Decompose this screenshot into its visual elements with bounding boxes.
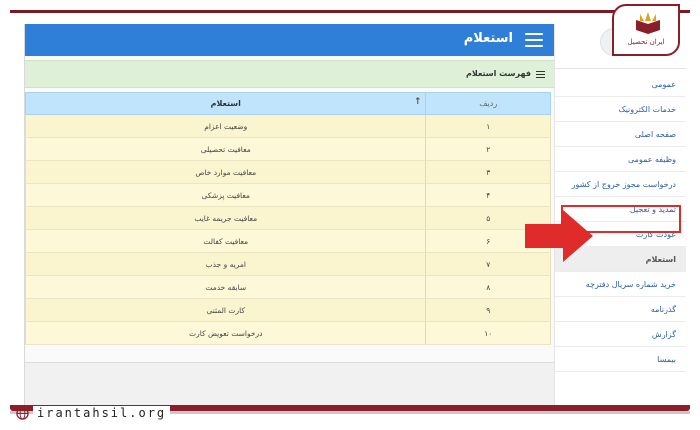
- sidebar-item-e-services[interactable]: خدمات الکترونیک: [555, 97, 686, 122]
- column-header-index[interactable]: ردیف: [426, 93, 550, 114]
- globe-icon: [16, 406, 29, 420]
- brand-logo-text: ایران تحصیل: [627, 38, 665, 46]
- row-index: ۱۰: [484, 328, 493, 338]
- row-index: ۳: [486, 167, 491, 177]
- row-name[interactable]: کارت المثنی: [26, 299, 427, 321]
- row-name[interactable]: معافیت موارد خاص: [26, 161, 427, 183]
- sidebar-item-military-service[interactable]: وظیفه عمومی: [555, 147, 686, 172]
- table-row[interactable]: معافیت تحصیلی ۲: [25, 138, 551, 161]
- sort-arrow-icon[interactable]: ↑: [414, 97, 422, 107]
- list-section-title: فهرست استعلام: [466, 69, 531, 78]
- row-index: ۹: [486, 305, 491, 315]
- sidebar-item-home[interactable]: صفحه اصلی: [555, 122, 686, 147]
- main-panel: استعلام فهرست استعلام استعلام ↑ ردیف وضع…: [25, 24, 555, 405]
- table-header: استعلام ↑ ردیف: [25, 92, 551, 115]
- table-row[interactable]: معافیت جریمه غایب ۵: [25, 207, 551, 230]
- sidebar-item-exit-permit[interactable]: درخواست مجوز خروج از کشور: [555, 172, 686, 197]
- sidebar-item-passport[interactable]: گذرنامه: [555, 297, 686, 322]
- table-row[interactable]: معافیت پزشکی ۴: [25, 184, 551, 207]
- table-row[interactable]: وضعیت اعزام ۱: [25, 115, 551, 138]
- book-logo-icon: [636, 12, 660, 34]
- row-name[interactable]: معافیت پزشکی: [26, 184, 427, 206]
- screenshot-area: استعلام فهرست استعلام استعلام ↑ ردیف وضع…: [24, 24, 686, 405]
- row-index: ۴: [486, 190, 491, 200]
- page-title: استعلام: [463, 31, 513, 46]
- inquiry-table: استعلام ↑ ردیف وضعیت اعزام ۱ معافیت تحصی…: [25, 92, 551, 345]
- table-row[interactable]: سابقه خدمت ۸: [25, 276, 551, 299]
- watermark: irantahsil.org: [16, 406, 171, 420]
- frame-top-line: [10, 10, 690, 13]
- app-header: استعلام: [25, 24, 555, 56]
- row-name[interactable]: معافیت کفالت: [26, 230, 427, 252]
- table-body: وضعیت اعزام ۱ معافیت تحصیلی ۲ معافیت موا…: [25, 115, 551, 345]
- table-row[interactable]: امریه و جذب ۷: [25, 253, 551, 276]
- row-index: ۸: [486, 282, 491, 292]
- panel-footer-area: [25, 362, 555, 405]
- sidebar-item-bimsa[interactable]: بیمسا: [555, 347, 686, 372]
- row-name[interactable]: درخواست تعویض کارت: [26, 322, 427, 344]
- brand-logo: ایران تحصیل: [612, 4, 680, 56]
- sidebar-divider: [555, 68, 686, 69]
- sidebar-item-general[interactable]: عمومی: [555, 72, 686, 97]
- column-header-name[interactable]: استعلام ↑: [26, 93, 427, 114]
- hamburger-icon[interactable]: [525, 33, 543, 47]
- row-name[interactable]: سابقه خدمت: [26, 276, 427, 298]
- table-row[interactable]: درخواست تعویض کارت ۱۰: [25, 322, 551, 345]
- watermark-text: irantahsil.org: [33, 406, 171, 420]
- list-section-header: فهرست استعلام: [25, 60, 555, 88]
- sidebar-item-report[interactable]: گزارش: [555, 322, 686, 347]
- row-index: ۱: [486, 121, 491, 131]
- sidebar-item-booklet-serial[interactable]: خرید شماره سریال دفترچه: [555, 272, 686, 297]
- row-name[interactable]: وضعیت اعزام: [26, 115, 427, 137]
- table-row[interactable]: معافیت موارد خاص ۳: [25, 161, 551, 184]
- row-name[interactable]: معافیت تحصیلی: [26, 138, 427, 160]
- list-icon: [536, 71, 545, 79]
- row-name[interactable]: امریه و جذب: [26, 253, 427, 275]
- table-row[interactable]: کارت المثنی ۹: [25, 299, 551, 322]
- red-arrow-icon: [525, 210, 593, 262]
- row-name[interactable]: معافیت جریمه غایب: [26, 207, 427, 229]
- row-index: ۲: [486, 144, 491, 154]
- table-row[interactable]: معافیت کفالت ۶: [25, 230, 551, 253]
